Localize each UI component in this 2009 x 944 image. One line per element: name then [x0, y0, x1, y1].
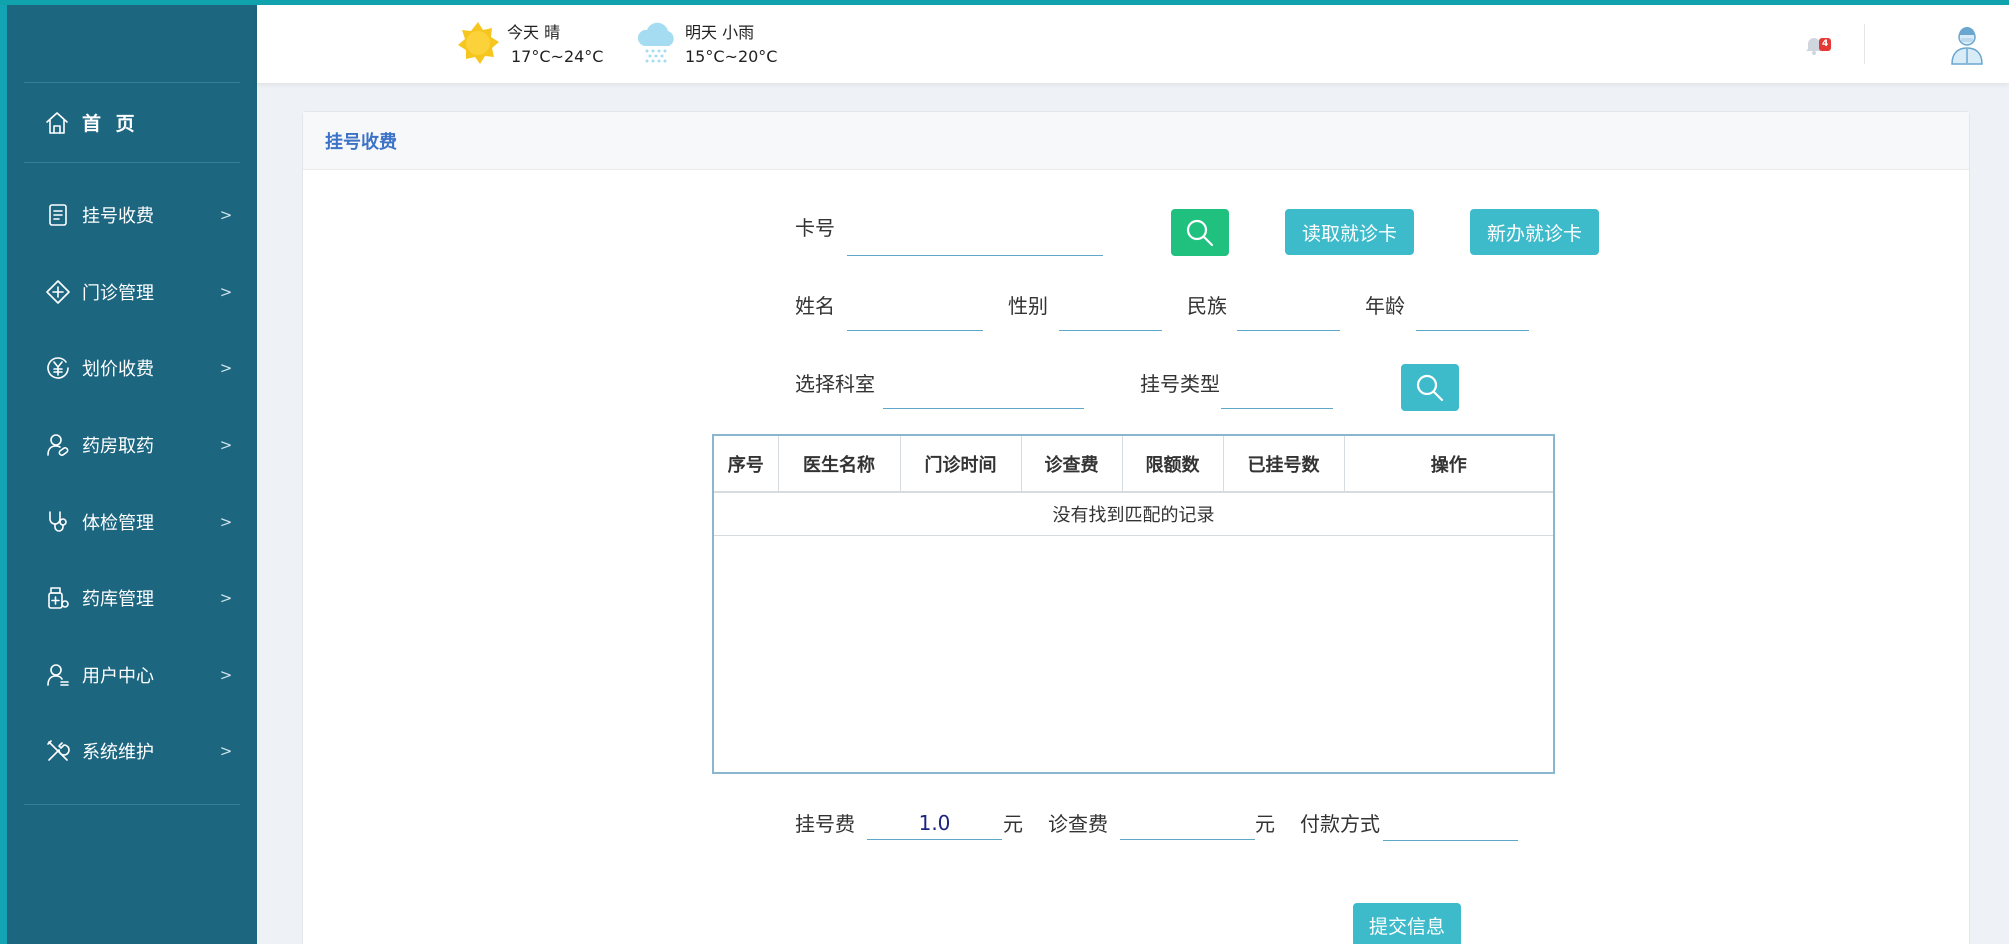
sidebar-item-label: 挂号收费 [82, 206, 154, 228]
payment-method-label: 付款方式 [1300, 812, 1380, 836]
card-number-input[interactable] [847, 228, 1103, 256]
chevron-right-icon: > [219, 206, 233, 225]
top-accent-strip [0, 0, 2009, 5]
ethnicity-field[interactable] [1237, 303, 1340, 331]
sun-icon [455, 20, 501, 70]
stethoscope-icon [44, 508, 72, 536]
department-select[interactable] [883, 381, 1084, 409]
registration-panel: 挂号收费 卡号 读取就诊卡 新办就诊卡 姓名 性别 民族 年龄 选择科室 挂号类… [302, 111, 1970, 944]
payment-method-select[interactable] [1383, 808, 1518, 841]
column-header[interactable]: 已挂号数 [1223, 436, 1345, 493]
gender-label: 性别 [1008, 294, 1048, 318]
weather-tomorrow: 明天 小雨 15°C~20°C [635, 20, 777, 70]
tools-icon [44, 737, 72, 765]
search-icon [1416, 374, 1444, 401]
notification-bell[interactable]: 4 [1805, 35, 1835, 57]
sidebar-item-label: 门诊管理 [82, 282, 154, 304]
registration-fee-label: 挂号费 [795, 812, 855, 836]
age-label: 年龄 [1365, 294, 1405, 318]
empty-table-message: 没有找到匹配的记录 [714, 492, 1553, 536]
top-header: 今天 晴 17°C~24°C 明天 小雨 15°C~20°C 4 [257, 5, 2009, 83]
table-row: 没有找到匹配的记录 [714, 492, 1553, 536]
doctor-avatar-icon [1951, 27, 1983, 65]
sidebar-item-pricing[interactable]: 划价收费 > [24, 330, 240, 407]
registration-fee-unit: 元 [1003, 812, 1023, 836]
notification-badge: 4 [1819, 38, 1832, 51]
read-card-button[interactable]: 读取就诊卡 [1285, 209, 1414, 255]
sidebar-logo-area [24, 0, 240, 83]
chevron-right-icon: > [219, 742, 233, 761]
sidebar: 首 页 挂号收费 > 门诊管理 > 划价收费 > 药房取药 > 体检管理 > 药… [0, 0, 257, 944]
rain-cloud-icon [635, 20, 679, 70]
name-label: 姓名 [795, 294, 835, 318]
pharmacy-user-icon [44, 431, 72, 459]
submit-button[interactable]: 提交信息 [1353, 903, 1461, 944]
header-divider [1864, 24, 1865, 64]
chevron-right-icon: > [219, 359, 233, 378]
panel-title: 挂号收费 [303, 112, 1969, 170]
sidebar-item-label: 用户中心 [82, 665, 154, 687]
column-header[interactable]: 操作 [1344, 436, 1553, 493]
sidebar-item-user-center[interactable]: 用户中心 > [24, 637, 240, 714]
weather-tomorrow-temp: 15°C~20°C [685, 47, 778, 66]
sidebar-menu: 挂号收费 > 门诊管理 > 划价收费 > 药房取药 > 体检管理 > 药库管理 … [24, 163, 240, 805]
clinic-icon [44, 278, 72, 306]
name-field[interactable] [847, 303, 983, 331]
chevron-right-icon: > [219, 665, 233, 684]
registration-type-label: 挂号类型 [1140, 372, 1220, 396]
new-card-button[interactable]: 新办就诊卡 [1470, 209, 1599, 255]
column-header[interactable]: 限额数 [1122, 436, 1224, 493]
sidebar-item-home[interactable]: 首 页 [24, 83, 240, 163]
sidebar-item-system[interactable]: 系统维护 > [24, 713, 240, 790]
exam-fee-label: 诊查费 [1048, 812, 1108, 836]
doctor-search-button[interactable] [1401, 364, 1459, 411]
sidebar-item-pharmacy[interactable]: 药房取药 > [24, 407, 240, 484]
user-icon [44, 661, 72, 689]
sidebar-item-label: 体检管理 [82, 512, 154, 534]
weather-today-day: 今天 晴 [507, 23, 561, 42]
yen-icon [44, 354, 72, 382]
registration-type-select[interactable] [1221, 381, 1333, 409]
sidebar-item-checkup[interactable]: 体检管理 > [24, 483, 240, 560]
table-header-row: 序号 医生名称 门诊时间 诊查费 限额数 已挂号数 操作 [714, 436, 1553, 493]
department-label: 选择科室 [795, 372, 875, 396]
card-search-button[interactable] [1171, 209, 1229, 256]
sidebar-item-label: 药库管理 [82, 589, 154, 611]
home-icon [44, 110, 70, 136]
sidebar-item-registration[interactable]: 挂号收费 > [24, 177, 240, 254]
sidebar-item-clinic[interactable]: 门诊管理 > [24, 254, 240, 331]
column-header[interactable]: 医生名称 [778, 436, 901, 493]
column-header[interactable]: 序号 [714, 436, 779, 493]
medicine-bottle-icon [44, 584, 72, 612]
ethnicity-label: 民族 [1187, 294, 1227, 318]
age-field[interactable] [1416, 303, 1529, 331]
column-header[interactable]: 诊查费 [1021, 436, 1123, 493]
column-header[interactable]: 门诊时间 [900, 436, 1022, 493]
doctor-avatar[interactable] [1947, 25, 1987, 65]
search-icon [1186, 219, 1214, 246]
register-icon [44, 201, 72, 229]
registration-fee-input[interactable]: 1.0 [867, 808, 1002, 840]
doctor-schedule-table: 序号 医生名称 门诊时间 诊查费 限额数 已挂号数 操作 没有找到匹配的记录 [712, 434, 1555, 774]
sidebar-item-label: 系统维护 [82, 742, 154, 764]
gender-field[interactable] [1059, 303, 1162, 331]
sidebar-item-label: 划价收费 [82, 359, 154, 381]
weather-tomorrow-day: 明天 小雨 [685, 23, 755, 42]
exam-fee-input[interactable] [1120, 808, 1255, 840]
sidebar-item-label: 药房取药 [82, 436, 154, 458]
chevron-right-icon: > [219, 282, 233, 301]
weather-today-temp: 17°C~24°C [511, 47, 604, 66]
weather-today: 今天 晴 17°C~24°C [455, 20, 603, 70]
sidebar-item-drug-store[interactable]: 药库管理 > [24, 560, 240, 637]
chevron-right-icon: > [219, 589, 233, 608]
sidebar-home-label: 首 页 [82, 113, 139, 135]
card-number-label: 卡号 [795, 216, 835, 240]
chevron-right-icon: > [219, 512, 233, 531]
chevron-right-icon: > [219, 436, 233, 455]
exam-fee-unit: 元 [1255, 812, 1275, 836]
